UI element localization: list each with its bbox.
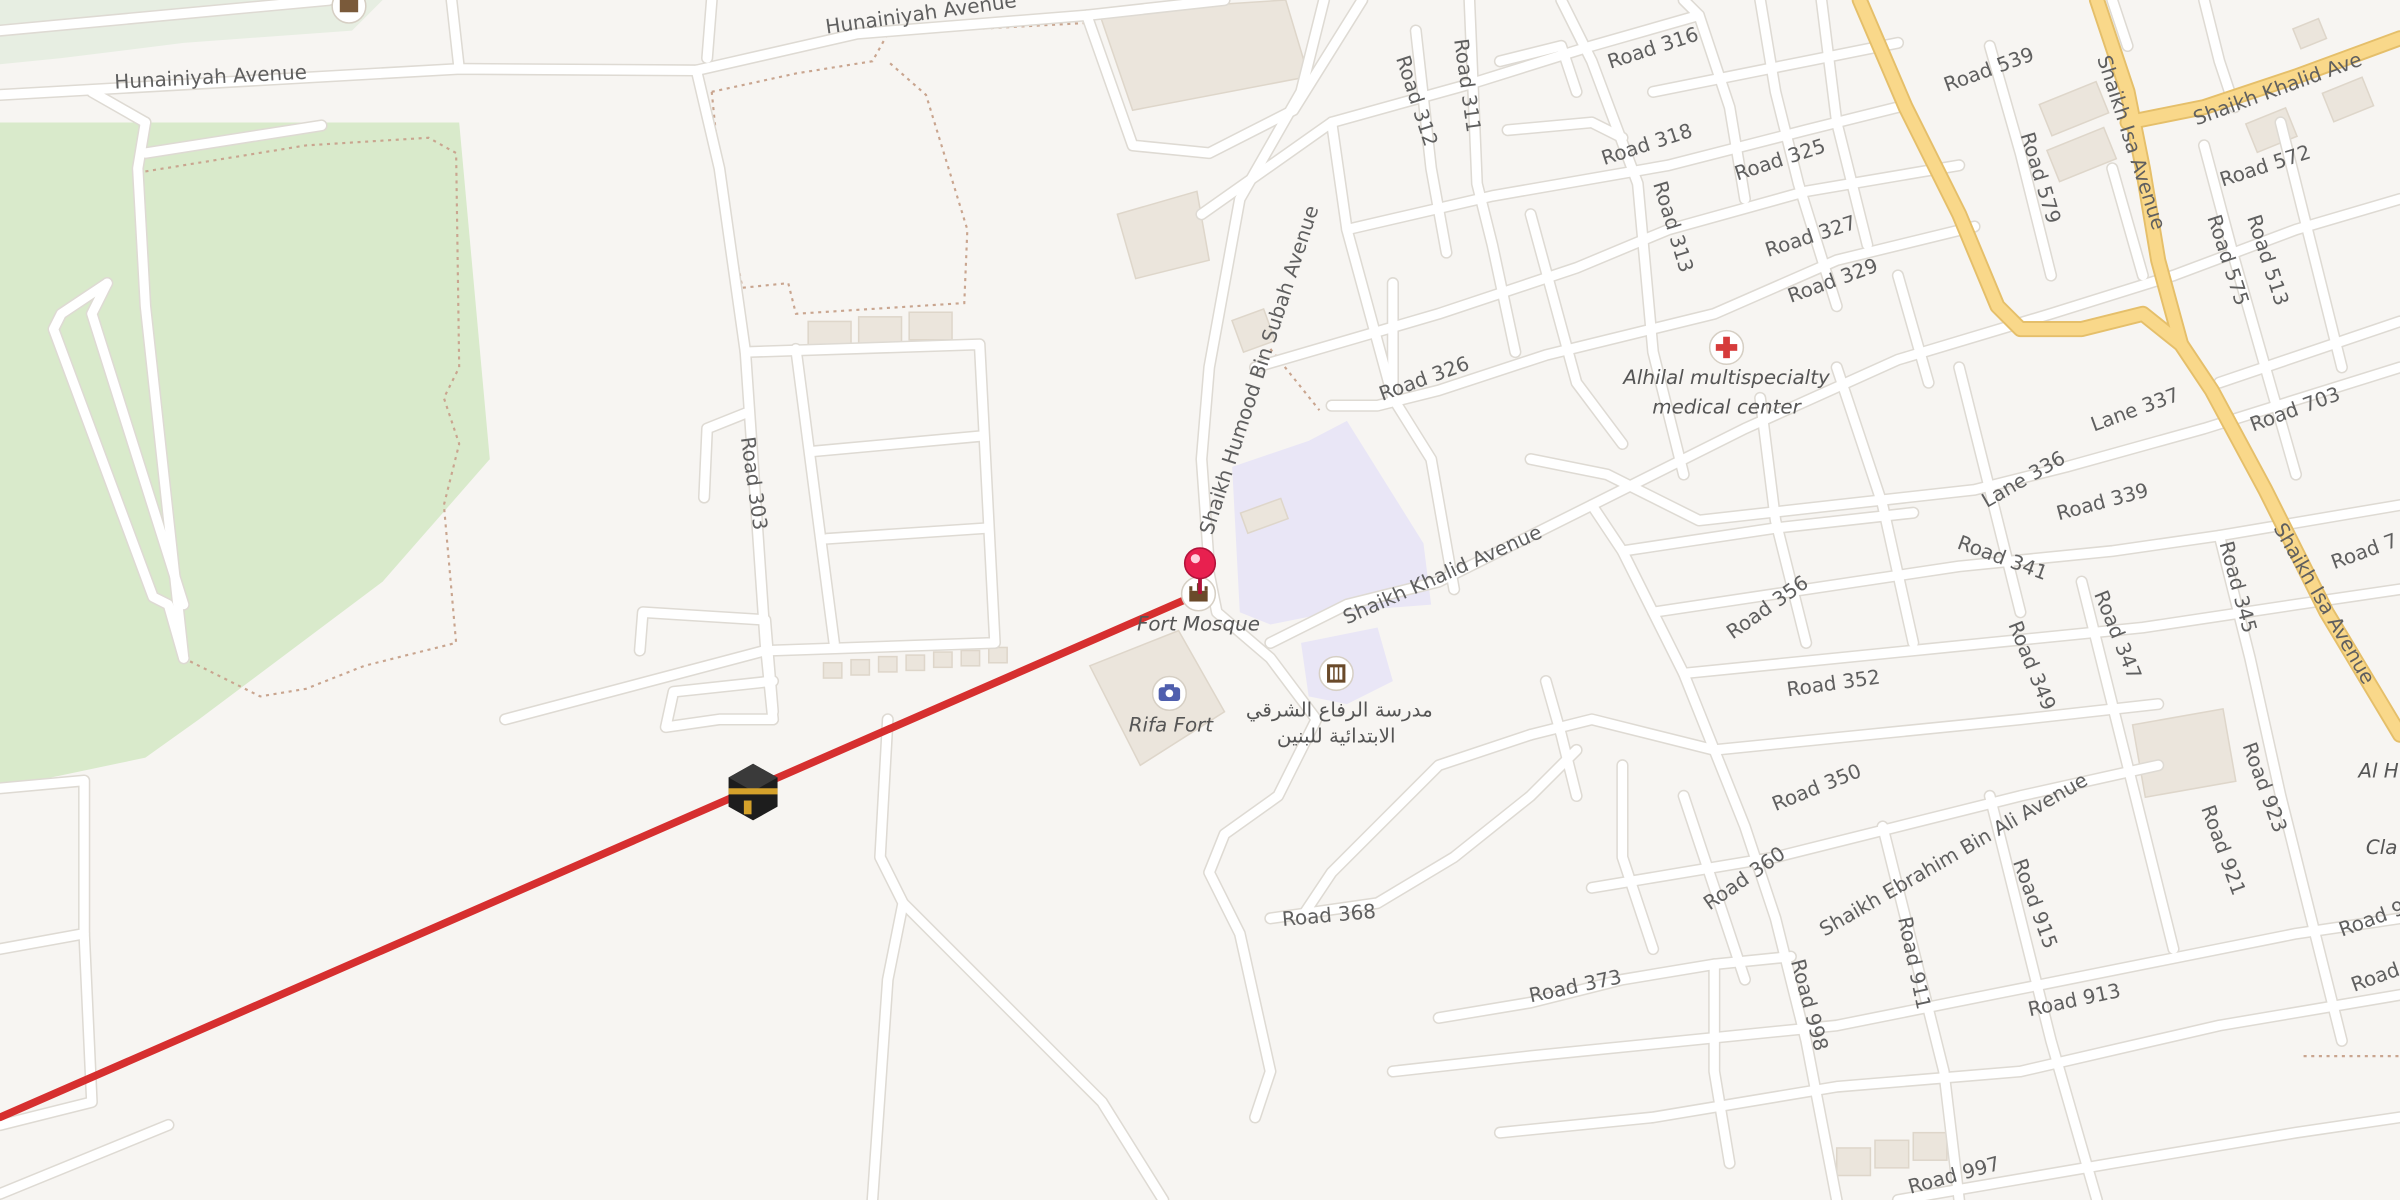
map-view[interactable]: Hunainiyah Avenue Hunainiyah Avenue Road… <box>0 0 2400 1200</box>
poi-label-medical-2[interactable]: medical center <box>1652 395 1802 418</box>
hospital-cross-icon[interactable] <box>1708 329 1745 366</box>
school-icon[interactable] <box>1318 655 1354 692</box>
poi-label-partial-al-h[interactable]: Al H <box>2356 760 2398 783</box>
map-canvas[interactable]: Hunainiyah Avenue Hunainiyah Avenue Road… <box>0 0 2400 1200</box>
poi-label-fort-mosque[interactable]: Fort Mosque <box>1137 613 1260 636</box>
camera-icon[interactable] <box>1151 675 1187 711</box>
poi-label-school-ar-2[interactable]: الابتدائية للبنين <box>1277 724 1396 747</box>
poi-label-rifa-fort[interactable]: Rifa Fort <box>1129 714 1215 737</box>
poi-label-partial-cla[interactable]: Cla <box>2366 836 2398 859</box>
poi-label-medical-1[interactable]: Alhilal multispecialty <box>1621 366 1830 389</box>
poi-label-school-ar-1[interactable]: مدرسة الرفاع الشرقي <box>1246 698 1433 722</box>
